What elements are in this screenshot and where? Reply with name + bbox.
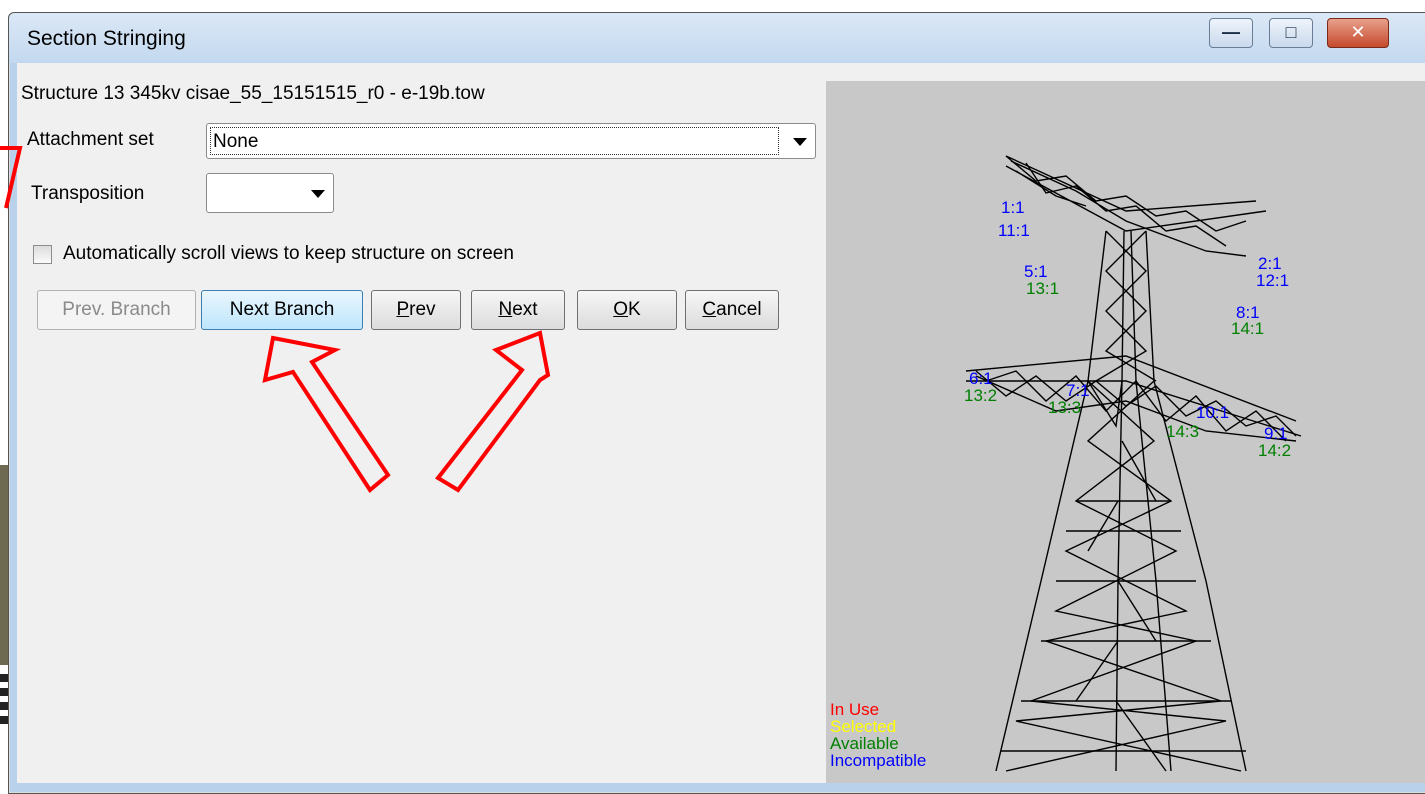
next-mnemonic: N xyxy=(498,299,513,320)
close-icon: ✕ xyxy=(1350,22,1366,42)
tower-label-green: 13:1 xyxy=(1026,279,1059,298)
dialog-client-area: Structure 13 345kv cisae_55_15151515_r0 … xyxy=(17,63,1425,783)
structure-label: Structure 13 345kv cisae_55_15151515_r0 … xyxy=(21,83,485,104)
next-button[interactable]: Next xyxy=(471,290,565,330)
chevron-down-icon xyxy=(793,138,807,146)
tower-label-blue: 11:1 xyxy=(998,221,1030,240)
prev-mnemonic: P xyxy=(396,299,410,320)
ok-mnemonic: O xyxy=(613,299,629,320)
legend-selected: Selected xyxy=(830,717,897,736)
tower-label-blue: 1:1 xyxy=(1001,198,1025,217)
minimize-icon: — xyxy=(1222,22,1240,42)
cancel-mnemonic: C xyxy=(702,299,717,320)
ok-button[interactable]: OK xyxy=(577,290,677,330)
tower-wireframe xyxy=(965,155,1302,772)
lower-crossarm xyxy=(965,355,1302,442)
attachment-set-label: Attachment set xyxy=(27,129,154,150)
cancel-button[interactable]: Cancel xyxy=(685,290,779,330)
tower-label-blue: 10:1 xyxy=(1196,403,1229,422)
tower-label-green: 13:3 xyxy=(1048,398,1081,417)
next-label-rest: ext xyxy=(512,299,538,320)
auto-scroll-checkbox[interactable] xyxy=(33,245,52,264)
tower-label-green: 14:1 xyxy=(1231,319,1264,338)
ok-label-rest: K xyxy=(628,299,641,320)
window-title: Section Stringing xyxy=(27,27,186,50)
prev-label-rest: rev xyxy=(409,299,436,320)
maximize-button[interactable]: □ xyxy=(1269,18,1313,48)
cancel-label-rest: ancel xyxy=(716,299,762,320)
prev-branch-button[interactable]: Prev. Branch xyxy=(37,290,196,330)
prev-button[interactable]: Prev xyxy=(371,290,461,330)
structure-3d-view[interactable]: 1:1 11:1 2:1 12:1 5:1 13:1 8:1 14:1 6:1 … xyxy=(826,81,1425,783)
tower-label-blue: 12:1 xyxy=(1256,271,1289,290)
title-bar[interactable]: Section Stringing — □ ✕ xyxy=(9,13,1425,63)
next-branch-button[interactable]: Next Branch xyxy=(201,290,363,330)
section-stringing-dialog: Section Stringing — □ ✕ Structure 13 345… xyxy=(8,12,1425,794)
transposition-label: Transposition xyxy=(31,183,145,204)
tower-drawing: 1:1 11:1 2:1 12:1 5:1 13:1 8:1 14:1 6:1 … xyxy=(964,155,1302,772)
auto-scroll-label[interactable]: Automatically scroll views to keep struc… xyxy=(63,243,514,265)
close-button[interactable]: ✕ xyxy=(1327,18,1389,48)
attachment-set-value: None xyxy=(213,131,259,152)
minimize-button[interactable]: — xyxy=(1209,18,1253,48)
legend-incompatible: Incompatible xyxy=(830,751,927,770)
transposition-dropdown[interactable] xyxy=(206,173,334,213)
tower-label-green: 14:2 xyxy=(1258,441,1291,460)
top-crossarm-lattice xyxy=(1005,155,1247,247)
tower-label-green: 14:3 xyxy=(1166,422,1199,441)
attachment-set-dropdown[interactable]: None xyxy=(206,123,816,159)
focus-rect xyxy=(210,127,779,155)
legend-available: Available xyxy=(830,734,899,753)
legend-in-use: In Use xyxy=(830,700,880,719)
maximize-icon: □ xyxy=(1285,22,1297,42)
tower-label-green: 13:2 xyxy=(964,386,997,405)
chevron-down-icon xyxy=(311,190,325,198)
